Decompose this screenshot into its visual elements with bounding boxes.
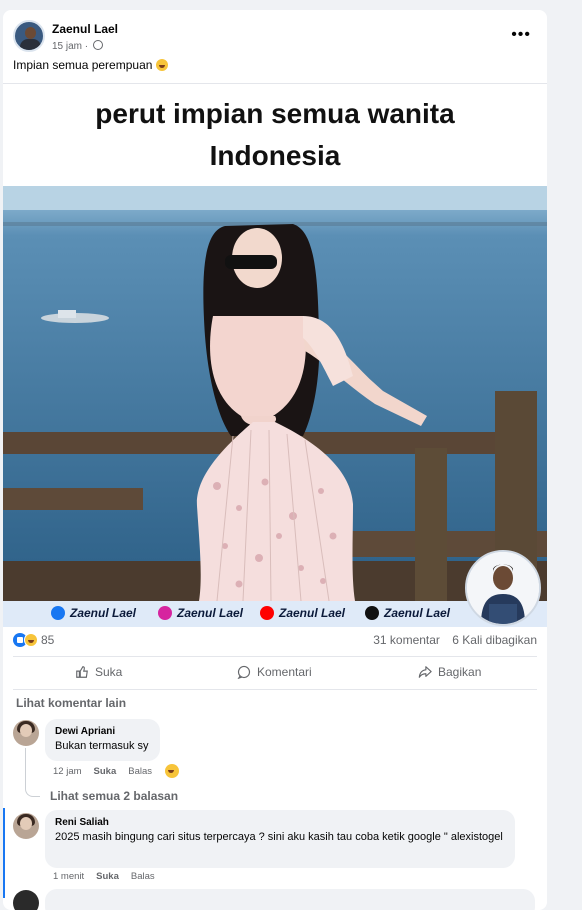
comment-label: Komentari — [257, 665, 312, 679]
youtube-icon — [260, 606, 274, 620]
author-avatar[interactable] — [13, 20, 45, 52]
author-name[interactable]: Zaenul Lael — [52, 22, 118, 36]
comment-meta: 1 menit Suka Balas — [53, 871, 167, 882]
image-headline: perut impian semua wanita Indonesia — [3, 84, 547, 184]
post-card: Zaenul Lael 15 jam · ••• Impian semua pe… — [3, 10, 547, 910]
more-options-button[interactable]: ••• — [511, 26, 531, 44]
highlight-bar — [3, 808, 5, 898]
comment-time[interactable]: 12 jam — [53, 766, 82, 777]
social-links-strip: Zaenul Lael Zaenul Lael Zaenul Lael Zaen… — [3, 601, 547, 627]
post-image[interactable]: perut impian semua wanita Indonesia Zaen… — [3, 83, 547, 627]
post-caption: Impian semua perempuan — [13, 58, 168, 72]
profile-photo-overlay — [465, 550, 541, 626]
post-time[interactable]: 15 jam · — [52, 41, 88, 52]
commenter-name[interactable]: Dewi Apriani — [55, 726, 150, 737]
globe-icon — [92, 40, 103, 50]
laughing-emoji-icon — [165, 764, 179, 778]
share-icon — [418, 666, 432, 678]
comment-reply-button[interactable]: Balas — [128, 766, 152, 777]
shares-count-link[interactable]: 6 Kali dibagikan — [452, 633, 537, 647]
stats-right: 31 komentar 6 Kali dibagikan — [364, 633, 537, 647]
like-button[interactable]: Suka — [75, 665, 122, 679]
comment-meta: 12 jam Suka Balas — [53, 766, 164, 777]
facebook-icon — [51, 606, 65, 620]
social-label: Zaenul Lael — [177, 606, 244, 620]
like-label: Suka — [95, 665, 123, 679]
social-label: Zaenul Lael — [384, 606, 451, 620]
headline-line2: Indonesia — [209, 140, 341, 171]
post-actions-bar: Suka Komentari Bagikan — [13, 656, 537, 690]
comment-icon — [237, 665, 251, 679]
comment-text: Bukan termasuk sy — [55, 740, 149, 752]
comment-bubble — [45, 889, 535, 910]
social-youtube: Zaenul Lael — [260, 606, 345, 620]
photo — [3, 186, 547, 601]
photo-illustration — [3, 186, 547, 601]
haha-reaction-icon — [24, 633, 38, 647]
view-replies-link[interactable]: Lihat semua 2 balasan — [50, 789, 178, 803]
commenter-avatar[interactable] — [13, 813, 39, 839]
view-more-comments-link[interactable]: Lihat komentar lain — [16, 696, 126, 710]
social-facebook: Zaenul Lael — [51, 606, 136, 620]
comments-count-link[interactable]: 31 komentar — [373, 633, 440, 647]
thread-connector — [25, 748, 40, 797]
post-header: Zaenul Lael 15 jam · ••• — [13, 20, 537, 60]
comment-bubble: Dewi Apriani Bukan termasuk sy — [45, 719, 160, 761]
commenter-avatar[interactable] — [13, 720, 39, 746]
reactions-summary[interactable]: 85 — [13, 633, 54, 647]
social-label: Zaenul Lael — [279, 606, 346, 620]
commenter-name[interactable]: Reni Saliah — [55, 817, 505, 828]
grinning-emoji-icon — [155, 59, 168, 71]
social-label: Zaenul Lael — [70, 606, 137, 620]
comment-text: 2025 masih bingung cari situs terpercaya… — [55, 831, 503, 843]
commenter-avatar[interactable] — [13, 890, 39, 910]
share-button[interactable]: Bagikan — [418, 665, 481, 679]
social-tiktok: Zaenul Lael — [365, 606, 450, 620]
post-meta: 15 jam · — [52, 40, 103, 52]
comment-time[interactable]: 1 menit — [53, 871, 84, 882]
thumbs-up-icon — [76, 666, 88, 678]
comment-button[interactable]: Komentari — [237, 665, 312, 679]
comment-like-button[interactable]: Suka — [94, 766, 117, 777]
social-instagram: Zaenul Lael — [158, 606, 243, 620]
headline-line1: perut impian semua wanita — [95, 98, 455, 129]
reactions-count: 85 — [41, 633, 55, 647]
comment-bubble: Reni Saliah 2025 masih bingung cari situ… — [45, 810, 515, 868]
tiktok-icon — [365, 606, 379, 620]
share-label: Bagikan — [438, 665, 482, 679]
caption-text: Impian semua perempuan — [13, 58, 153, 72]
comment-reply-button[interactable]: Balas — [131, 871, 155, 882]
comment-like-button[interactable]: Suka — [96, 871, 119, 882]
post-stats: 85 31 komentar 6 Kali dibagikan — [13, 632, 537, 650]
instagram-icon — [158, 606, 172, 620]
